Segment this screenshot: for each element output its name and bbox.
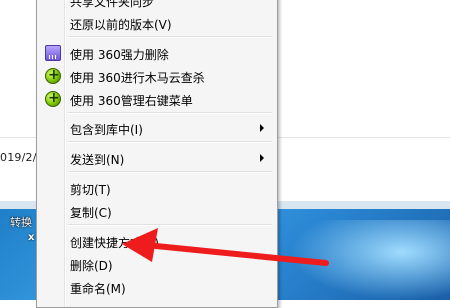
annotation-arrow-head bbox=[122, 228, 158, 262]
annotation-arrow-shaft bbox=[143, 242, 329, 266]
annotation-arrow bbox=[122, 228, 329, 266]
